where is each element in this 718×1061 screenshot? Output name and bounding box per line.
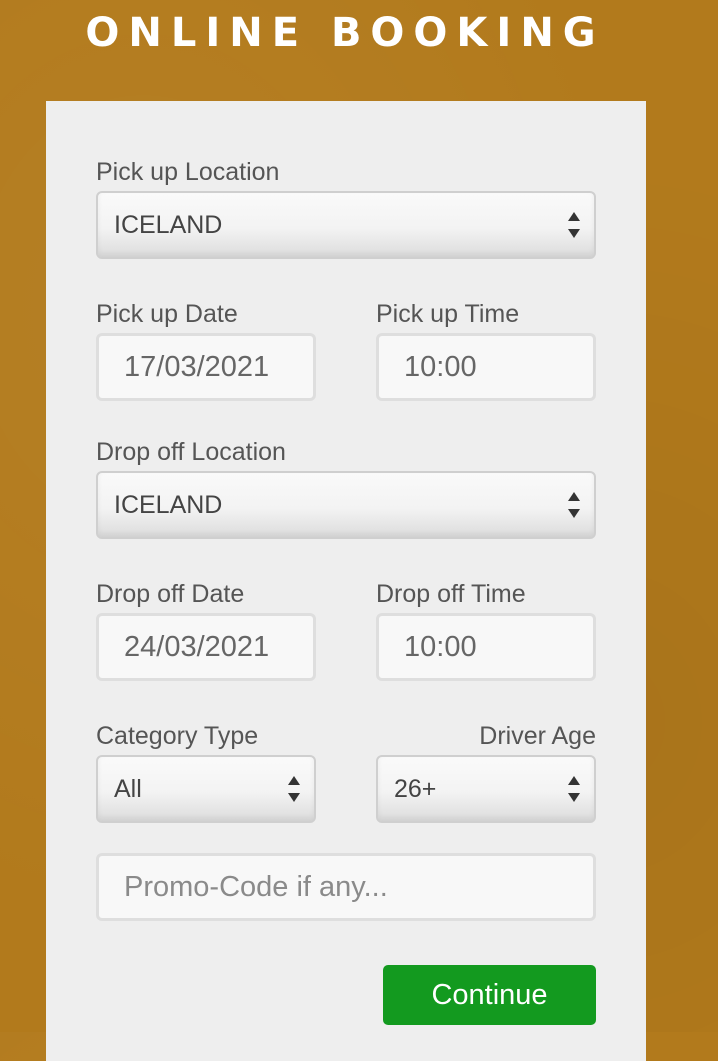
- driver-age-label: Driver Age: [479, 722, 596, 750]
- pickup-date-field[interactable]: 17/03/2021: [96, 333, 316, 401]
- dropoff-location-value: ICELAND: [114, 490, 223, 519]
- driver-age-value: 26+: [394, 774, 437, 803]
- dropoff-time-value: 10:00: [404, 630, 477, 663]
- pickup-location-label: Pick up Location: [96, 158, 280, 186]
- dropoff-date-label: Drop off Date: [96, 580, 245, 608]
- dropoff-date-value: 24/03/2021: [124, 630, 270, 663]
- pickup-location-select[interactable]: ICELAND: [96, 191, 596, 259]
- promo-code-input[interactable]: [96, 853, 596, 921]
- select-arrows-icon: [568, 492, 580, 518]
- category-type-value: All: [114, 774, 142, 803]
- dropoff-location-select[interactable]: ICELAND: [96, 471, 596, 539]
- booking-form-panel: Pick up Location ICELAND Pick up Date 17…: [46, 101, 646, 1061]
- driver-age-select[interactable]: 26+: [376, 755, 596, 823]
- category-type-select[interactable]: All: [96, 755, 316, 823]
- select-arrows-icon: [288, 776, 300, 802]
- pickup-time-field[interactable]: 10:00: [376, 333, 596, 401]
- category-type-label: Category Type: [96, 722, 259, 750]
- page-title: ONLINE BOOKING: [85, 10, 605, 56]
- select-arrows-icon: [568, 212, 580, 238]
- pickup-time-value: 10:00: [404, 350, 477, 383]
- pickup-location-value: ICELAND: [114, 210, 223, 239]
- select-arrows-icon: [568, 776, 580, 802]
- pickup-date-value: 17/03/2021: [124, 350, 270, 383]
- continue-button[interactable]: Continue: [383, 965, 596, 1025]
- dropoff-time-field[interactable]: 10:00: [376, 613, 596, 681]
- pickup-date-label: Pick up Date: [96, 300, 238, 328]
- dropoff-location-label: Drop off Location: [96, 438, 286, 466]
- pickup-time-label: Pick up Time: [376, 300, 520, 328]
- dropoff-date-field[interactable]: 24/03/2021: [96, 613, 316, 681]
- dropoff-time-label: Drop off Time: [376, 580, 526, 608]
